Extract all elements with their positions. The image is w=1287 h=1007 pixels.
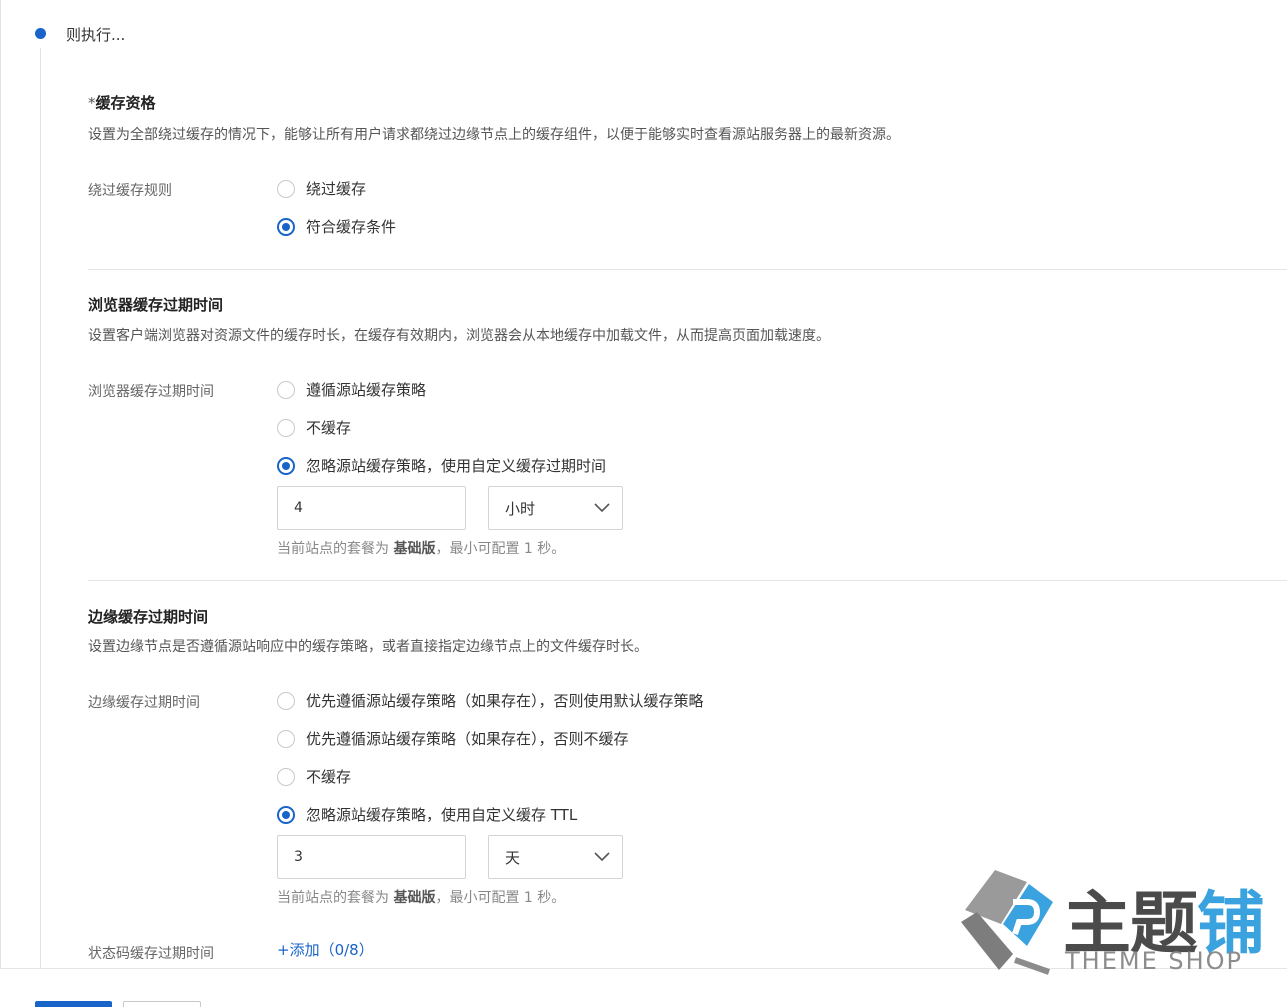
radio-circle-icon: [277, 691, 295, 710]
watermark: 主题铺 THEME SHOP: [955, 862, 1275, 982]
radio-browser-follow-origin[interactable]: 遵循源站缓存策略: [277, 379, 426, 400]
radio-circle-icon: [277, 217, 295, 236]
radio-label: 忽略源站缓存策略，使用自定义缓存过期时间: [306, 457, 607, 475]
radio-circle-icon: [277, 380, 295, 399]
caching-eligibility-title-text: 缓存资格: [95, 94, 156, 112]
radio-edge-follow-origin-default[interactable]: 优先遵循源站缓存策略（如果存在），否则使用默认缓存策略: [277, 690, 704, 711]
radio-edge-custom-ttl[interactable]: 忽略源站缓存策略，使用自定义缓存 TTL: [277, 804, 577, 825]
page-left-border: [0, 0, 1, 968]
step-dot-icon: [35, 28, 46, 39]
radio-edge-no-cache[interactable]: 不缓存: [277, 766, 351, 787]
chevron-down-icon: [594, 852, 610, 862]
section-divider: [88, 269, 1287, 270]
confirm-button[interactable]: [35, 1001, 112, 1007]
radio-browser-custom-ttl[interactable]: 忽略源站缓存策略，使用自定义缓存过期时间: [277, 455, 606, 476]
caching-eligibility-description: 设置为全部绕过缓存的情况下，能够让所有用户请求都绕过边缘节点上的缓存组件，以便于…: [88, 127, 900, 143]
radio-label: 不缓存: [306, 768, 352, 786]
edge-ttl-hint: 当前站点的套餐为 基础版，最小可配置 1 秒。: [277, 890, 566, 906]
radio-circle-icon: [277, 179, 295, 198]
watermark-subtitle: THEME SHOP: [1065, 947, 1244, 975]
edge-ttl-title: 边缘缓存过期时间: [88, 608, 209, 626]
edge-ttl-description: 设置边缘节点是否遵循源站响应中的缓存策略，或者直接指定边缘节点上的文件缓存时长。: [88, 639, 648, 655]
section-divider: [88, 580, 1287, 581]
browser-ttl-hint: 当前站点的套餐为 基础版，最小可配置 1 秒。: [277, 541, 566, 557]
radio-browser-no-cache[interactable]: 不缓存: [277, 417, 351, 438]
status-code-ttl-label: 状态码缓存过期时间: [88, 946, 214, 962]
plan-name: 基础版: [393, 541, 436, 557]
edge-ttl-unit-select[interactable]: 天: [488, 835, 623, 879]
select-value: 小时: [505, 499, 536, 518]
browser-ttl-field-label: 浏览器缓存过期时间: [88, 384, 214, 400]
radio-label: 不缓存: [306, 419, 352, 437]
plan-name: 基础版: [393, 890, 436, 906]
browser-ttl-description: 设置客户端浏览器对资源文件的缓存时长，在缓存有效期内，浏览器会从本地缓存中加载文…: [88, 328, 830, 344]
radio-edge-follow-origin-no-cache[interactable]: 优先遵循源站缓存策略（如果存在），否则不缓存: [277, 728, 629, 749]
required-mark: *: [88, 94, 96, 112]
edge-ttl-value-input[interactable]: [277, 835, 466, 879]
radio-eligible-for-cache[interactable]: 符合缓存条件: [277, 216, 396, 237]
radio-circle-icon: [277, 729, 295, 748]
radio-bypass-cache[interactable]: 绕过缓存: [277, 178, 366, 199]
radio-label: 优先遵循源站缓存策略（如果存在），否则不缓存: [306, 730, 629, 748]
caching-eligibility-title: *缓存资格: [88, 92, 156, 113]
step-title: 则执行...: [66, 26, 126, 44]
edge-ttl-field-label: 边缘缓存过期时间: [88, 695, 200, 711]
page: 则执行... *缓存资格 设置为全部绕过缓存的情况下，能够让所有用户请求都绕过边…: [0, 0, 1287, 1007]
add-status-code-link[interactable]: +添加（0/8）: [277, 939, 374, 960]
radio-label: 遵循源站缓存策略: [306, 381, 427, 399]
step-connector-line: [40, 48, 41, 968]
radio-circle-icon: [277, 767, 295, 786]
radio-label: 绕过缓存: [306, 180, 367, 198]
bypass-cache-rule-label: 绕过缓存规则: [88, 183, 172, 199]
radio-label: 优先遵循源站缓存策略（如果存在），否则使用默认缓存策略: [306, 692, 704, 710]
chevron-down-icon: [594, 503, 610, 513]
radio-circle-icon: [277, 418, 295, 437]
select-value: 天: [505, 848, 521, 867]
cancel-button[interactable]: [123, 1001, 201, 1007]
browser-ttl-unit-select[interactable]: 小时: [488, 486, 623, 530]
radio-circle-icon: [277, 805, 295, 824]
radio-label: 忽略源站缓存策略，使用自定义缓存 TTL: [306, 806, 578, 824]
radio-label: 符合缓存条件: [306, 218, 397, 236]
browser-ttl-title: 浏览器缓存过期时间: [88, 296, 224, 314]
theme-shop-logo-icon: [961, 870, 1053, 975]
radio-circle-icon: [277, 456, 295, 475]
browser-ttl-value-input[interactable]: [277, 486, 466, 530]
